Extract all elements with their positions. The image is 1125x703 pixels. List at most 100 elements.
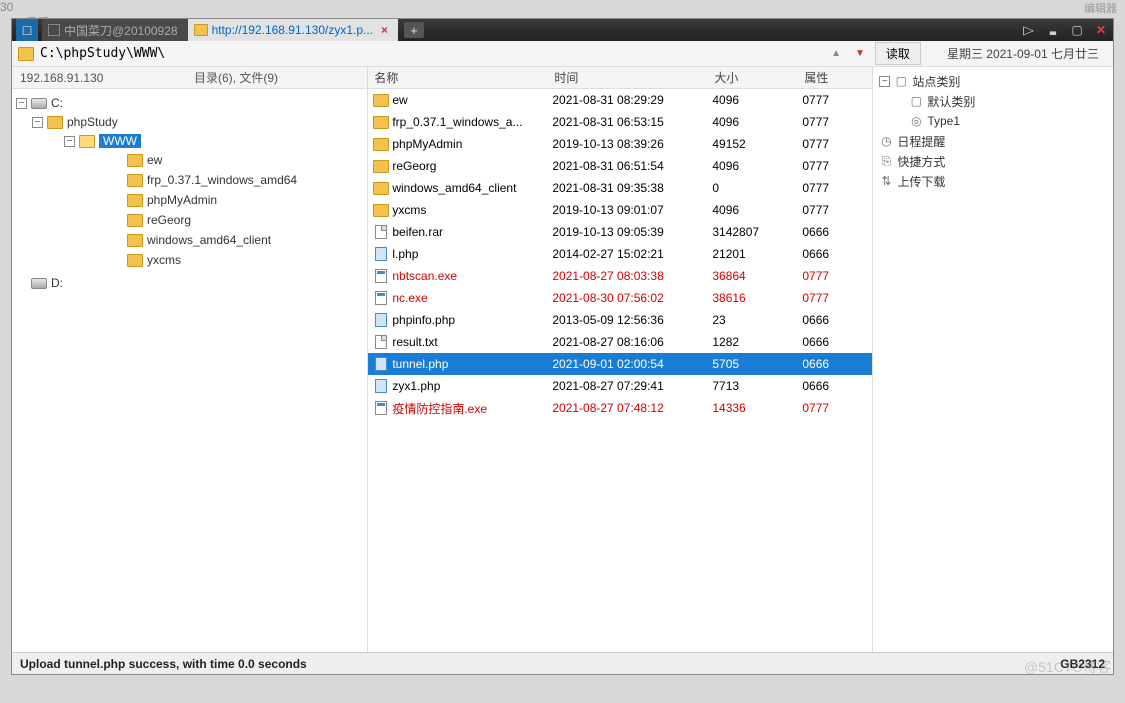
file-row[interactable]: result.txt2021-08-27 08:16:0612820666 bbox=[368, 331, 872, 353]
file-name: phpMyAdmin bbox=[392, 137, 552, 151]
exe-icon bbox=[375, 269, 387, 283]
file-row[interactable]: yxcms2019-10-13 09:01:0740960777 bbox=[368, 199, 872, 221]
file-size: 7713 bbox=[712, 379, 802, 393]
titlebar: 中国菜刀@20100928 http://192.168.91.130/zyx1… bbox=[12, 19, 1113, 41]
file-time: 2021-09-01 02:00:54 bbox=[552, 357, 712, 371]
tree-node[interactable]: yxcms bbox=[112, 251, 363, 269]
tree-node-c[interactable]: −C: bbox=[16, 94, 363, 112]
file-attr: 0666 bbox=[802, 225, 872, 239]
shortcut-item[interactable]: 快捷方式 bbox=[879, 151, 1107, 171]
file-attr: 0777 bbox=[802, 159, 872, 173]
file-row[interactable]: phpinfo.php2013-05-09 12:56:36230666 bbox=[368, 309, 872, 331]
read-button[interactable]: 读取 bbox=[875, 42, 921, 65]
file-size: 0 bbox=[712, 181, 802, 195]
php-icon bbox=[375, 247, 387, 261]
path-input[interactable] bbox=[40, 46, 821, 61]
file-row[interactable]: tunnel.php2021-09-01 02:00:5457050666 bbox=[368, 353, 872, 375]
folder-open-icon bbox=[79, 135, 95, 148]
folder-icon bbox=[127, 234, 143, 247]
file-time: 2019-10-13 09:05:39 bbox=[552, 225, 712, 239]
tab-close-icon[interactable]: × bbox=[381, 23, 388, 37]
col-name[interactable]: 名称 bbox=[368, 69, 548, 86]
file-name: reGeorg bbox=[392, 159, 552, 173]
tree-node-phpstudy[interactable]: −phpStudy bbox=[32, 113, 363, 131]
file-row[interactable]: windows_amd64_client2021-08-31 09:35:380… bbox=[368, 177, 872, 199]
tree-node-www[interactable]: − WWW bbox=[64, 132, 363, 150]
file-row[interactable]: ew2021-08-31 08:29:2940960777 bbox=[368, 89, 872, 111]
file-row[interactable]: frp_0.37.1_windows_a...2021-08-31 06:53:… bbox=[368, 111, 872, 133]
tab-inactive[interactable]: 中国菜刀@20100928 bbox=[42, 19, 188, 41]
default-category[interactable]: 默认类别 bbox=[879, 91, 1107, 111]
tree-node[interactable]: windows_amd64_client bbox=[112, 231, 363, 249]
tree-node[interactable]: reGeorg bbox=[112, 211, 363, 229]
file-size: 21201 bbox=[712, 247, 802, 261]
updown-icon bbox=[879, 174, 893, 188]
file-name: 疫情防控指南.exe bbox=[392, 400, 552, 417]
file-row[interactable]: nbtscan.exe2021-08-27 08:03:38368640777 bbox=[368, 265, 872, 287]
app-icon bbox=[16, 19, 38, 41]
list-header: 名称 时间 大小 属性 bbox=[368, 67, 872, 89]
file-row[interactable]: reGeorg2021-08-31 06:51:5440960777 bbox=[368, 155, 872, 177]
file-time: 2021-08-30 07:56:02 bbox=[552, 291, 712, 305]
file-attr: 0666 bbox=[802, 335, 872, 349]
tree-node[interactable]: phpMyAdmin bbox=[112, 191, 363, 209]
file-size: 4096 bbox=[712, 159, 802, 173]
file-attr: 0666 bbox=[802, 247, 872, 261]
file-name: tunnel.php bbox=[392, 357, 552, 371]
folder-icon bbox=[373, 116, 389, 129]
maximize-button[interactable] bbox=[1065, 19, 1089, 41]
tab-label: 中国菜刀@20100928 bbox=[64, 22, 178, 39]
file-row[interactable]: nc.exe2021-08-30 07:56:02386160777 bbox=[368, 287, 872, 309]
schedule-item[interactable]: 日程提醒 bbox=[879, 131, 1107, 151]
collapse-icon[interactable]: − bbox=[879, 76, 890, 87]
tab-icon bbox=[48, 24, 60, 36]
folder-icon bbox=[373, 94, 389, 107]
php-icon bbox=[375, 313, 387, 327]
tree-node-d[interactable]: D: bbox=[16, 274, 363, 292]
minimize-button[interactable] bbox=[1041, 19, 1065, 41]
site-category[interactable]: −站点类别 bbox=[879, 71, 1107, 91]
collapse-icon[interactable]: − bbox=[64, 136, 75, 147]
file-row[interactable]: phpMyAdmin2019-10-13 08:39:26491520777 bbox=[368, 133, 872, 155]
file-attr: 0666 bbox=[802, 313, 872, 327]
nav-arrow-icon[interactable] bbox=[1017, 19, 1041, 41]
file-row[interactable]: beifen.rar2019-10-13 09:05:3931428070666 bbox=[368, 221, 872, 243]
encoding-text: GB2312 bbox=[1060, 657, 1105, 671]
file-attr: 0777 bbox=[802, 291, 872, 305]
tree-selected: WWW bbox=[99, 134, 141, 148]
file-icon bbox=[375, 335, 387, 349]
status-bar: Upload tunnel.php success, with time 0.0… bbox=[12, 652, 1113, 674]
file-size: 4096 bbox=[712, 93, 802, 107]
col-time[interactable]: 时间 bbox=[548, 69, 708, 86]
file-time: 2021-08-31 09:35:38 bbox=[552, 181, 712, 195]
file-row[interactable]: 疫情防控指南.exe2021-08-27 07:48:12143360777 bbox=[368, 397, 872, 419]
collapse-icon[interactable]: − bbox=[32, 117, 43, 128]
upload-download-item[interactable]: 上传下载 bbox=[879, 171, 1107, 191]
file-row[interactable]: zyx1.php2021-08-27 07:29:4177130666 bbox=[368, 375, 872, 397]
file-name: frp_0.37.1_windows_a... bbox=[392, 115, 552, 129]
folder-icon bbox=[18, 47, 34, 61]
status-text: Upload tunnel.php success, with time 0.0… bbox=[20, 657, 307, 671]
col-attr[interactable]: 属性 bbox=[798, 69, 868, 86]
type1-category[interactable]: Type1 bbox=[879, 111, 1107, 131]
path-up-icon[interactable] bbox=[827, 51, 845, 57]
file-time: 2013-05-09 12:56:36 bbox=[552, 313, 712, 327]
folder-tree[interactable]: −C: −phpStudy − WWW ew frp_0.37.1_windows_… bbox=[12, 89, 367, 652]
folder-icon bbox=[127, 194, 143, 207]
file-name: l.php bbox=[392, 247, 552, 261]
tree-node[interactable]: ew bbox=[112, 151, 363, 169]
file-time: 2021-08-27 08:03:38 bbox=[552, 269, 712, 283]
col-size[interactable]: 大小 bbox=[708, 69, 798, 86]
file-row[interactable]: l.php2014-02-27 15:02:21212010666 bbox=[368, 243, 872, 265]
file-list[interactable]: ew2021-08-31 08:29:2940960777frp_0.37.1_… bbox=[368, 89, 872, 652]
file-name: nbtscan.exe bbox=[392, 269, 552, 283]
collapse-icon[interactable]: − bbox=[16, 98, 27, 109]
path-bar: 读取 星期三 2021-09-01 七月廿三 bbox=[12, 41, 1113, 67]
tree-node[interactable]: frp_0.37.1_windows_amd64 bbox=[112, 171, 363, 189]
path-down-icon[interactable] bbox=[851, 48, 869, 59]
tab-active[interactable]: http://192.168.91.130/zyx1.p... × bbox=[188, 19, 398, 41]
close-button[interactable] bbox=[1089, 19, 1113, 41]
stats-text: 目录(6), 文件(9) bbox=[190, 69, 278, 86]
exe-icon bbox=[375, 401, 387, 415]
tab-add-button[interactable] bbox=[404, 22, 424, 38]
